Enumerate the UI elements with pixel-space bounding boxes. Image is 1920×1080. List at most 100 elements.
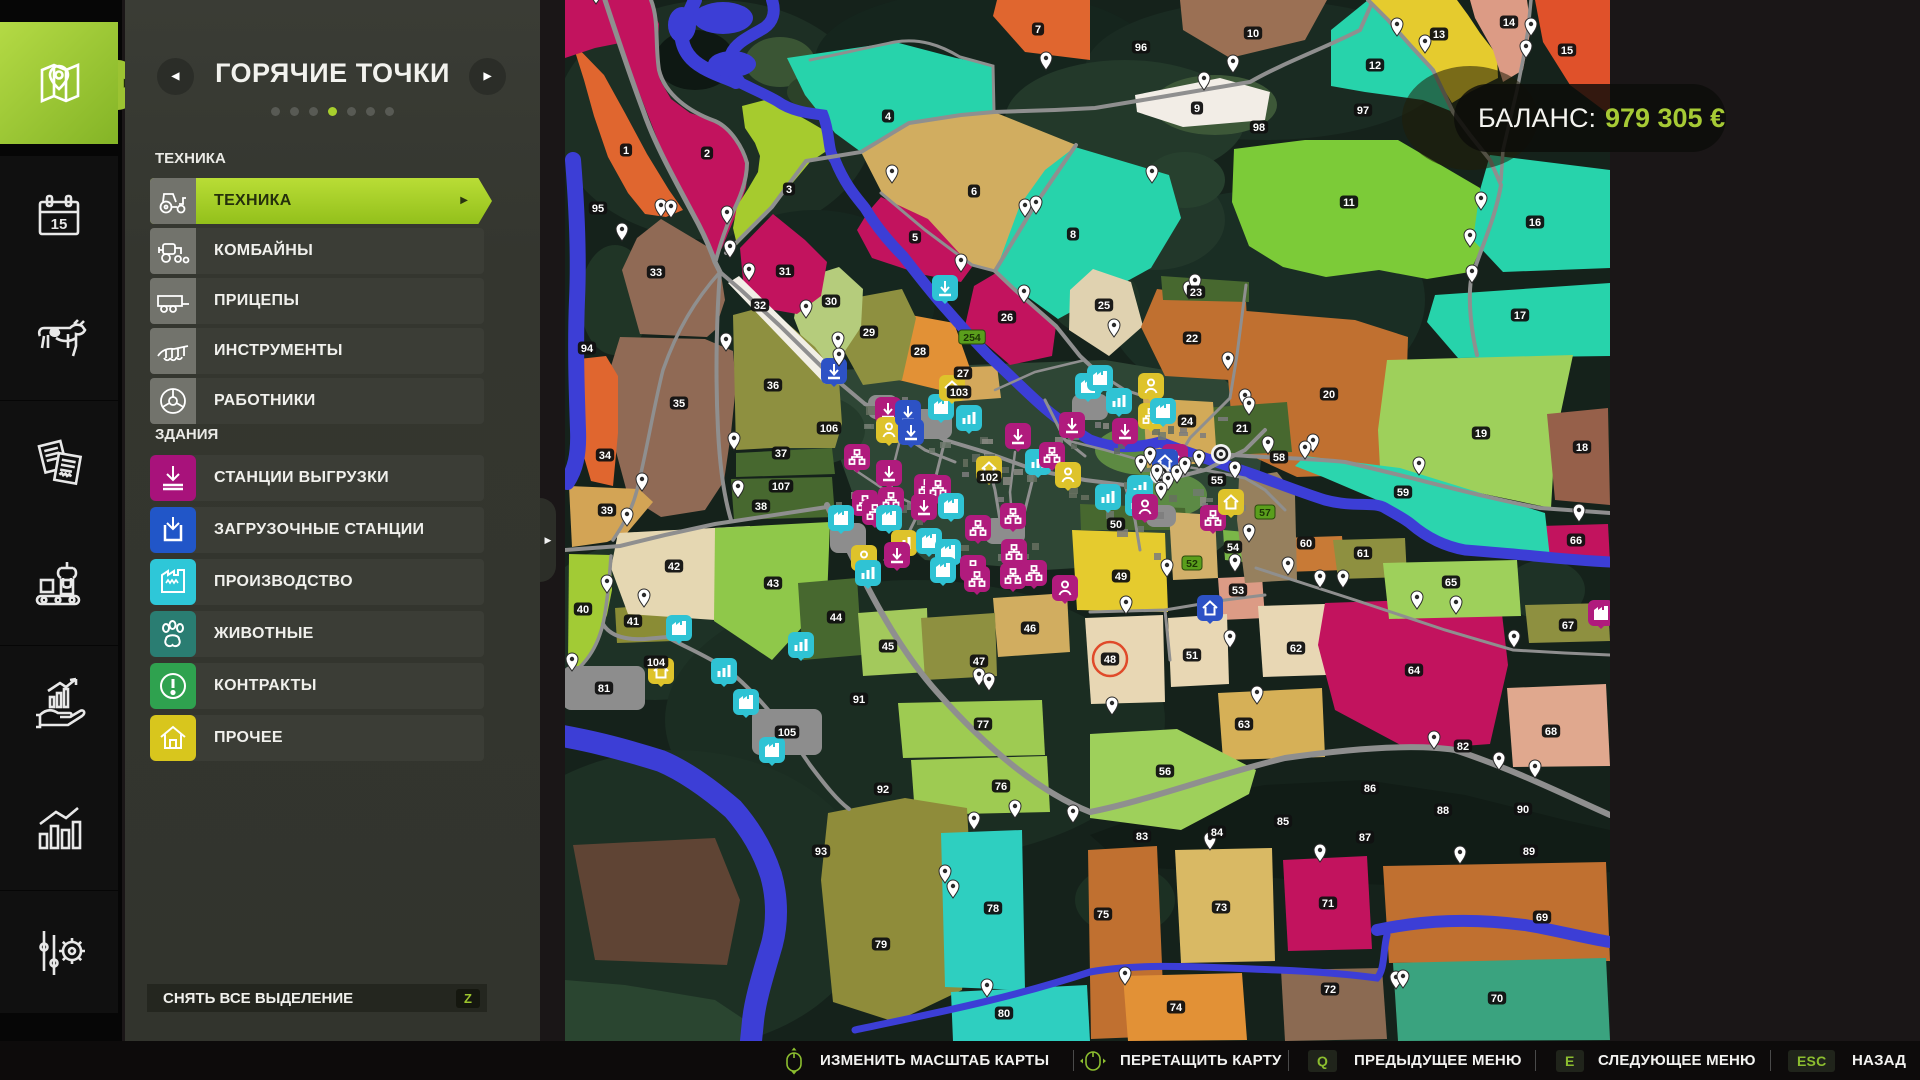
svg-text:56: 56 [1159,766,1171,778]
svg-text:27: 27 [957,368,969,380]
svg-text:73: 73 [1215,902,1227,914]
svg-text:88: 88 [1437,805,1449,817]
svg-text:46: 46 [1024,623,1036,635]
svg-text:64: 64 [1408,665,1421,677]
svg-text:83: 83 [1136,831,1148,843]
svg-text:4: 4 [885,111,892,123]
svg-text:71: 71 [1322,898,1334,910]
svg-text:48: 48 [1104,654,1116,666]
svg-text:58: 58 [1273,452,1285,464]
svg-text:93: 93 [815,846,827,858]
svg-text:78: 78 [987,903,999,915]
svg-text:28: 28 [914,346,926,358]
svg-text:85: 85 [1277,816,1289,828]
svg-text:39: 39 [601,505,613,517]
svg-text:34: 34 [599,450,612,462]
svg-text:36: 36 [767,380,779,392]
svg-text:74: 74 [1170,1002,1183,1014]
svg-text:25: 25 [1098,300,1110,312]
svg-text:79: 79 [875,939,887,951]
svg-text:1: 1 [623,145,629,157]
svg-text:107: 107 [772,481,790,493]
svg-text:31: 31 [779,266,791,278]
svg-text:17: 17 [1514,310,1526,322]
svg-text:15: 15 [51,216,68,233]
svg-text:32: 32 [754,300,766,312]
svg-text:62: 62 [1290,643,1302,655]
svg-text:12: 12 [1369,60,1381,72]
svg-text:67: 67 [1562,620,1574,632]
svg-text:89: 89 [1523,846,1535,858]
svg-text:77: 77 [977,719,989,731]
svg-text:18: 18 [1576,442,1588,454]
svg-text:106: 106 [820,423,838,435]
svg-text:21: 21 [1236,423,1248,435]
svg-text:40: 40 [577,604,589,616]
svg-text:75: 75 [1097,909,1109,921]
svg-text:84: 84 [1211,827,1224,839]
svg-text:30: 30 [825,296,837,308]
svg-text:15: 15 [1561,45,1573,57]
svg-text:37: 37 [775,448,787,460]
svg-text:3: 3 [786,184,792,196]
svg-text:29: 29 [863,327,875,339]
svg-text:55: 55 [1211,475,1223,487]
svg-text:102: 102 [980,472,998,484]
svg-text:65: 65 [1445,577,1457,589]
svg-text:52: 52 [1186,558,1198,570]
svg-text:41: 41 [627,616,639,628]
svg-text:97: 97 [1357,105,1369,117]
svg-text:82: 82 [1457,741,1469,753]
svg-text:51: 51 [1186,650,1198,662]
svg-text:92: 92 [877,784,889,796]
svg-text:14: 14 [1503,17,1516,29]
svg-text:96: 96 [1135,42,1147,54]
svg-text:72: 72 [1324,984,1336,996]
svg-text:70: 70 [1491,993,1503,1005]
svg-text:91: 91 [853,694,865,706]
svg-text:6: 6 [971,186,977,198]
svg-text:23: 23 [1190,287,1202,299]
svg-text:11: 11 [1343,197,1355,209]
svg-text:59: 59 [1397,487,1409,499]
svg-text:20: 20 [1323,389,1335,401]
svg-text:63: 63 [1238,719,1250,731]
svg-text:80: 80 [998,1008,1010,1020]
svg-text:5: 5 [912,232,918,244]
svg-text:24: 24 [1181,416,1194,428]
svg-text:45: 45 [882,641,894,653]
svg-text:68: 68 [1545,726,1557,738]
svg-text:13: 13 [1433,29,1445,41]
svg-text:26: 26 [1001,312,1013,324]
svg-text:57: 57 [1259,507,1271,519]
svg-text:9: 9 [1194,103,1200,115]
svg-text:43: 43 [767,578,779,590]
svg-text:50: 50 [1110,519,1122,531]
svg-text:69: 69 [1536,912,1548,924]
svg-text:103: 103 [950,387,968,399]
svg-text:47: 47 [973,656,985,668]
svg-text:105: 105 [778,727,796,739]
svg-text:53: 53 [1232,585,1244,597]
svg-text:254: 254 [963,332,981,344]
svg-text:66: 66 [1570,535,1582,547]
svg-text:35: 35 [673,398,685,410]
svg-text:42: 42 [668,561,680,573]
svg-text:87: 87 [1359,832,1371,844]
svg-text:94: 94 [581,343,594,355]
svg-text:98: 98 [1253,122,1265,134]
svg-text:33: 33 [650,267,662,279]
svg-text:61: 61 [1357,548,1369,560]
svg-text:104: 104 [647,657,666,669]
svg-text:76: 76 [995,781,1007,793]
svg-text:16: 16 [1529,217,1541,229]
svg-text:81: 81 [598,683,610,695]
svg-text:54: 54 [1227,542,1240,554]
svg-text:86: 86 [1364,783,1376,795]
svg-text:8: 8 [1070,229,1076,241]
svg-text:90: 90 [1517,804,1529,816]
svg-text:60: 60 [1300,538,1312,550]
svg-text:49: 49 [1115,571,1127,583]
svg-text:10: 10 [1247,28,1259,40]
svg-text:7: 7 [1035,24,1041,36]
